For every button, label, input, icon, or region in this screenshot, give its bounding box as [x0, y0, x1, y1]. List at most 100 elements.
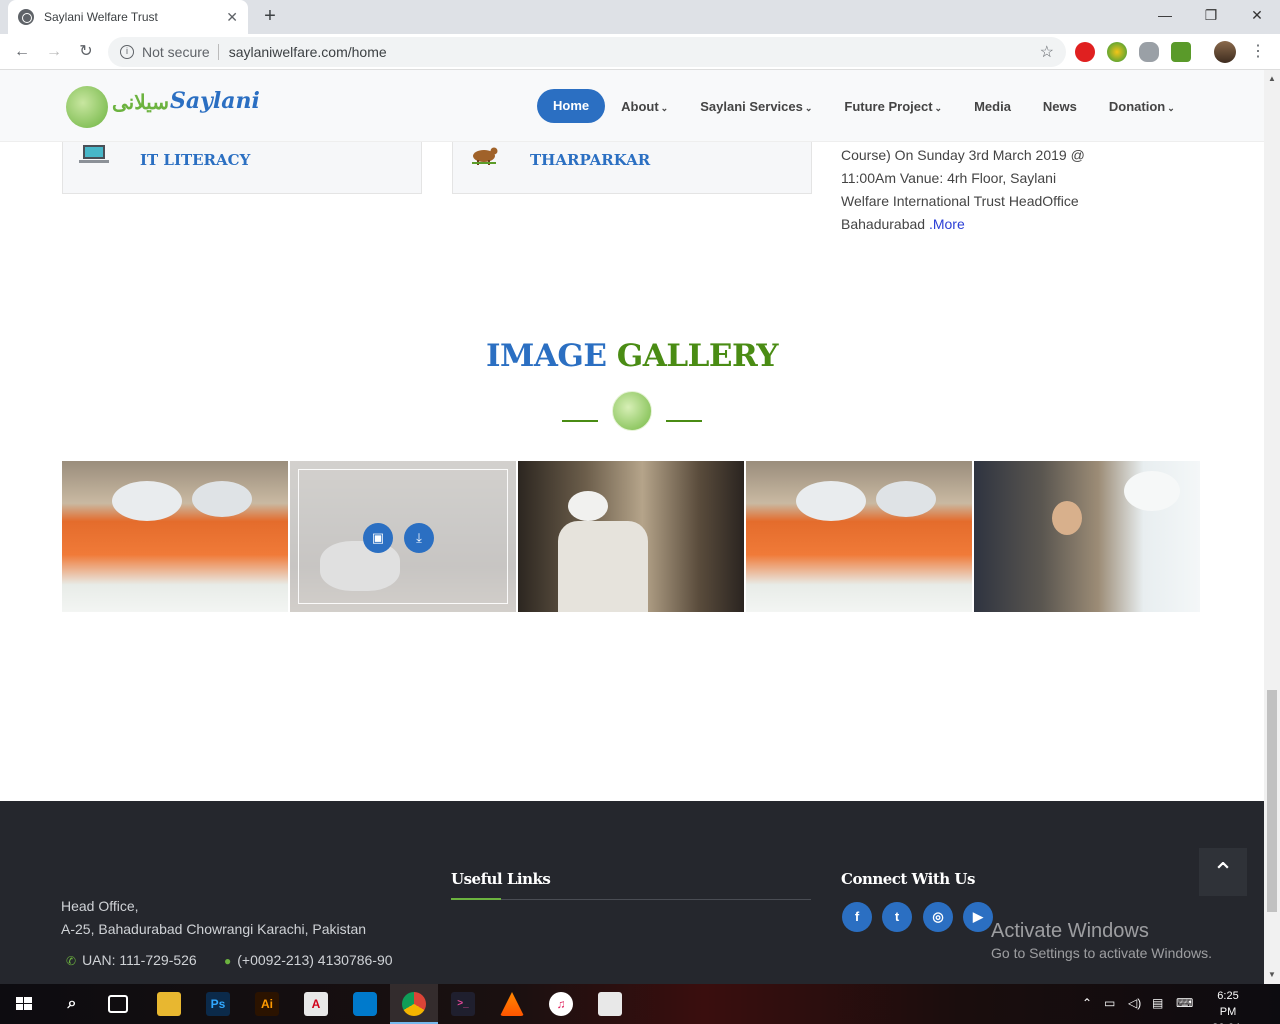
browser-tab[interactable]: Saylani Welfare Trust ✕ — [8, 0, 248, 34]
keyboard-icon[interactable]: ⌨ — [1176, 996, 1193, 1010]
gallery-image-children[interactable] — [974, 461, 1200, 612]
gallery-image-food-distribution-2[interactable] — [746, 461, 972, 612]
vscode-icon[interactable] — [353, 992, 377, 1016]
windows-start-icon[interactable] — [12, 992, 36, 1016]
news-more-link[interactable]: .More — [929, 216, 965, 232]
site-header: سیلانی Saylani Home About ⌄ Saylani Servi… — [0, 70, 1264, 142]
nav-label: Home — [553, 98, 590, 113]
turban-shape — [1124, 471, 1180, 511]
image-gallery: ▣ ⤓ — [62, 461, 1200, 612]
instagram-icon[interactable]: ◎ — [923, 902, 953, 932]
gallery-image-kitchen[interactable]: ▣ ⤓ — [290, 461, 516, 612]
chevron-down-icon: ⌄ — [1167, 102, 1175, 113]
divider-line-left — [562, 420, 598, 422]
opera-extension-icon[interactable] — [1075, 42, 1095, 62]
new-tab-button[interactable]: + — [258, 4, 282, 28]
page-scrollbar[interactable]: ▲ ▼ — [1264, 70, 1280, 984]
overlay-frame — [298, 469, 508, 604]
minimize-button[interactable]: — — [1142, 0, 1188, 30]
nav-saylani-services[interactable]: Saylani Services ⌄ — [700, 99, 812, 114]
file-explorer-icon[interactable] — [157, 992, 181, 1016]
extension-bug-icon[interactable] — [1139, 42, 1159, 62]
browser-toolbar: ← → ↻ i Not secure saylaniwelfare.com/ho… — [0, 34, 1280, 70]
chevron-down-icon: ⌄ — [934, 102, 943, 113]
download-image-icon[interactable]: ⤓ — [404, 523, 434, 553]
youtube-icon[interactable]: ▶ — [963, 902, 993, 932]
notifications-icon[interactable]: ▤ — [1152, 996, 1163, 1010]
turban-shape — [568, 491, 608, 521]
profile-avatar[interactable] — [1214, 41, 1236, 63]
search-icon[interactable]: ⌕ — [60, 992, 84, 1016]
close-window-button[interactable]: ✕ — [1234, 0, 1280, 30]
gallery-image-office[interactable] — [518, 461, 744, 612]
network-icon[interactable]: ▭ — [1104, 996, 1115, 1010]
screen: Saylani Welfare Trust ✕ + — ❐ ✕ ← → ↻ i … — [0, 0, 1280, 1024]
chrome-icon[interactable] — [402, 992, 426, 1016]
windows-taskbar: ⌕ Ps Ai A >_ ♫ ⌃ ▭ ◁) ▤ ⌨ 6:25 PM 26-04-… — [0, 984, 1280, 1024]
address-separator — [217, 44, 219, 60]
autocad-icon[interactable]: A — [304, 992, 328, 1016]
program-card-title: THARPARKAR — [530, 151, 651, 169]
browser-menu-icon[interactable]: ⋮ — [1250, 40, 1266, 64]
footer-uan: ✆ UAN: 111-729-526 — [66, 952, 197, 968]
security-label: Not secure — [142, 44, 210, 60]
volume-icon[interactable]: ◁) — [1128, 996, 1141, 1010]
clock-time: 6:25 PM — [1217, 990, 1239, 1018]
scroll-to-top-button[interactable]: ⌃ — [1199, 848, 1247, 896]
site-info-icon[interactable]: i — [120, 45, 134, 59]
nav-label: Future Project — [844, 98, 933, 114]
itunes-icon[interactable]: ♫ — [549, 992, 573, 1016]
scrollbar-thumb[interactable] — [1267, 690, 1277, 912]
bookmark-star-icon[interactable]: ☆ — [1040, 42, 1054, 62]
nav-future-project[interactable]: Future Project ⌄ — [844, 99, 942, 114]
twitter-icon[interactable]: t — [882, 902, 912, 932]
scroll-up-icon[interactable]: ▲ — [1267, 74, 1277, 84]
nav-label: Donation — [1108, 98, 1166, 114]
extension-globe-icon[interactable] — [1107, 42, 1127, 62]
tray-expand-icon[interactable]: ⌃ — [1082, 996, 1092, 1010]
task-view-icon[interactable] — [108, 995, 128, 1013]
main-nav: Home About ⌄ Saylani Services ⌄ Future Pro… — [537, 89, 1191, 123]
nav-about[interactable]: About ⌄ — [621, 99, 668, 114]
calculator-icon[interactable] — [598, 992, 622, 1016]
phone-icon: ✆ — [66, 954, 77, 968]
illustrator-icon[interactable]: Ai — [255, 992, 279, 1016]
vlc-icon[interactable] — [500, 992, 524, 1016]
globe-icon: ● — [224, 954, 232, 968]
terminal-icon[interactable]: >_ — [451, 992, 475, 1016]
logo-text: Saylani — [170, 88, 260, 114]
sack-shape — [192, 481, 252, 517]
nav-news[interactable]: News — [1043, 99, 1077, 114]
address-bar[interactable]: i Not secure saylaniwelfare.com/home ☆ — [108, 37, 1066, 67]
page-viewport: IT LITERACY THARPARKAR Course) On Sunday… — [0, 70, 1264, 984]
url-text[interactable]: saylaniwelfare.com/home — [229, 44, 1040, 60]
facebook-icon[interactable]: f — [842, 902, 872, 932]
chevron-down-icon: ⌄ — [660, 102, 669, 113]
taskbar-clock[interactable]: 6:25 PM 26-04-20 — [1208, 988, 1248, 1024]
activate-title: Activate Windows — [991, 920, 1149, 942]
news-snippet: Course) On Sunday 3rd March 2019 @ 11:00… — [841, 144, 1101, 236]
laptop-icon — [79, 143, 109, 165]
footer-address: Head Office, A-25, Bahadurabad Chowrangi… — [61, 895, 366, 941]
connect-heading: Connect With Us — [841, 870, 975, 888]
photoshop-icon[interactable]: Ps — [206, 992, 230, 1016]
divider-line-right — [666, 420, 702, 422]
gallery-image-food-distribution[interactable] — [62, 461, 288, 612]
reload-button[interactable]: ↻ — [74, 40, 98, 64]
forward-button[interactable]: → — [42, 40, 66, 64]
extension-html-icon[interactable] — [1171, 42, 1191, 62]
tab-close-icon[interactable]: ✕ — [226, 9, 238, 26]
restore-button[interactable]: ❐ — [1188, 0, 1234, 30]
nav-media[interactable]: Media — [974, 99, 1011, 114]
chevron-down-icon: ⌄ — [804, 102, 813, 113]
nav-label: Media — [974, 98, 1011, 114]
view-image-icon[interactable]: ▣ — [363, 523, 393, 553]
gallery-title-part1: IMAGE — [486, 338, 607, 374]
nav-home[interactable]: Home — [537, 89, 606, 123]
nav-donation[interactable]: Donation ⌄ — [1109, 99, 1175, 114]
site-logo[interactable]: سیلانی Saylani — [66, 84, 260, 130]
logo-emblem-icon — [66, 86, 108, 128]
tab-title: Saylani Welfare Trust — [44, 10, 158, 24]
scroll-down-icon[interactable]: ▼ — [1267, 970, 1277, 980]
back-button[interactable]: ← — [10, 40, 34, 64]
